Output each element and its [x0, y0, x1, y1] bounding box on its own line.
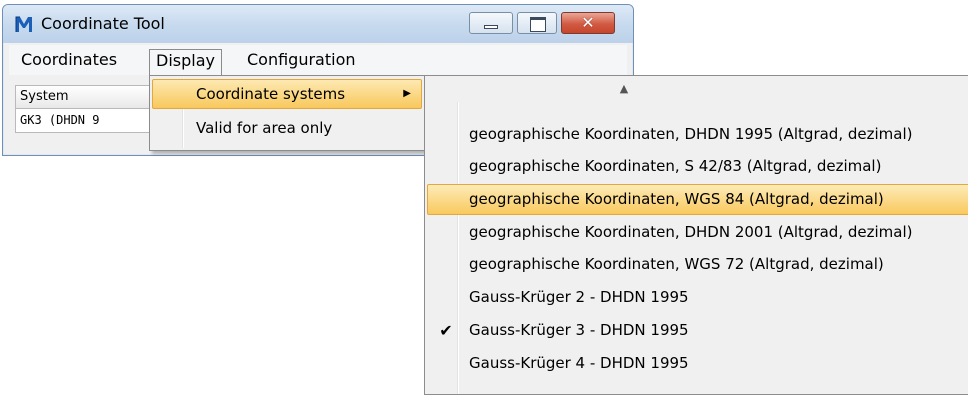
menu-bar: Coordinates Display Configuration — [9, 45, 627, 75]
menu-configuration[interactable]: Configuration — [241, 49, 362, 73]
coordinate-systems-submenu: ▲ geographische Koordinaten, DHDN 1995 (… — [424, 75, 968, 395]
close-button[interactable]: ✕ — [561, 12, 615, 34]
menu-item-label: Valid for area only — [196, 119, 333, 137]
menu-item-coordinate-systems[interactable]: Coordinate systems ▶ — [152, 79, 422, 109]
column-header-system[interactable]: System — [15, 85, 158, 109]
menu-coordinates[interactable]: Coordinates — [15, 49, 123, 73]
grid-cell-system[interactable]: GK3 (DHDN 9 — [15, 109, 158, 133]
submenu-item-label: Gauss-Krüger 4 - DHDN 1995 — [469, 354, 689, 372]
submenu-item-highlighted[interactable]: geographische Koordinaten, WGS 84 (Altgr… — [427, 184, 968, 215]
display-dropdown-menu: Coordinate systems ▶ Valid for area only — [149, 75, 425, 151]
submenu-item-label: geographische Koordinaten, DHDN 1995 (Al… — [469, 125, 913, 143]
submenu-item[interactable]: geographische Koordinaten, S 42/83 (Altg… — [427, 151, 968, 182]
submenu-item-label: Gauss-Krüger 3 - DHDN 1995 — [469, 321, 689, 339]
submenu-item[interactable]: geographische Koordinaten, DHDN 1995 (Al… — [427, 119, 968, 150]
submenu-item-label: geographische Koordinaten, S 42/83 (Altg… — [469, 157, 882, 175]
submenu-item-label: geographische Koordinaten, DHDN 2001 (Al… — [469, 223, 913, 241]
submenu-arrow-icon: ▶ — [403, 88, 411, 99]
window-title: Coordinate Tool — [41, 14, 165, 33]
submenu-item-label: geographische Koordinaten, WGS 84 (Altgr… — [469, 190, 884, 208]
close-icon: ✕ — [581, 13, 595, 32]
submenu-item[interactable]: geographische Koordinaten, WGS 72 (Altgr… — [427, 249, 968, 280]
title-bar[interactable]: Coordinate Tool ✕ — [3, 5, 633, 43]
submenu-item[interactable]: Gauss-Krüger 4 - DHDN 1995 — [427, 348, 968, 379]
menu-item-valid-for-area-only[interactable]: Valid for area only — [152, 113, 422, 143]
submenu-item-label: geographische Koordinaten, WGS 72 (Altgr… — [469, 255, 884, 273]
submenu-item[interactable]: geographische Koordinaten, DHDN 2001 (Al… — [427, 217, 968, 248]
maximize-button[interactable] — [517, 12, 557, 34]
mu-app-icon — [15, 16, 32, 32]
submenu-item-checked[interactable]: ✔ Gauss-Krüger 3 - DHDN 1995 — [427, 315, 968, 346]
submenu-item-label: Gauss-Krüger 2 - DHDN 1995 — [469, 288, 689, 306]
minimize-button[interactable] — [469, 12, 513, 34]
scroll-up-arrow-icon[interactable]: ▲ — [425, 76, 968, 102]
menu-item-label: Coordinate systems — [196, 85, 346, 103]
menu-display[interactable]: Display — [149, 49, 222, 75]
checkmark-icon: ✔ — [439, 321, 453, 340]
submenu-item[interactable]: Gauss-Krüger 2 - DHDN 1995 — [427, 282, 968, 313]
